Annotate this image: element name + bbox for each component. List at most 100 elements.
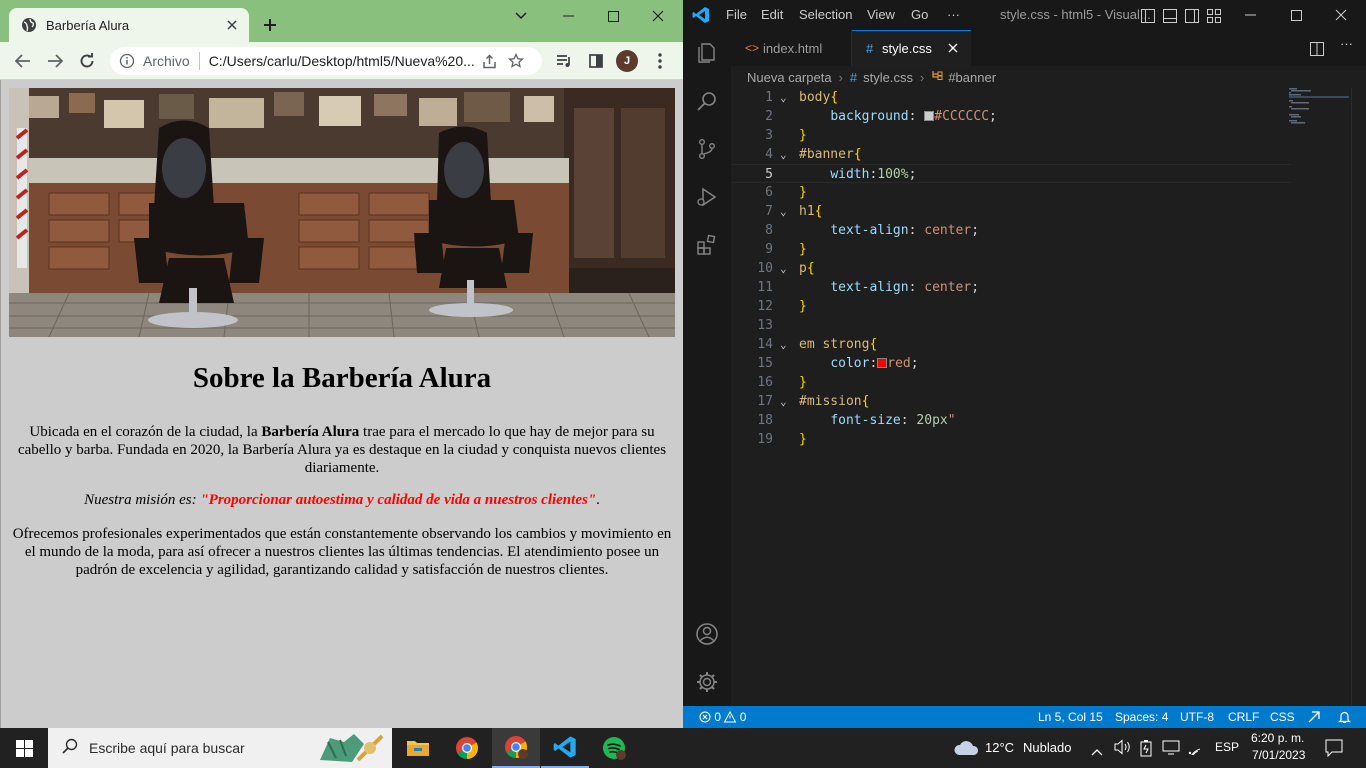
- code-line[interactable]: 14 ⌄ em strong{: [731, 335, 1291, 354]
- weather-description[interactable]: Nublado: [1023, 740, 1071, 755]
- run-debug-icon[interactable]: [695, 185, 719, 209]
- fold-chevron-icon[interactable]: ⌄: [780, 259, 792, 278]
- fold-chevron-icon[interactable]: ⌄: [780, 88, 792, 107]
- code-editor[interactable]: 1 ⌄ body{2 background: #CCCCCC; 3} 4 ⌄ #banner…: [731, 88, 1331, 706]
- maximize-icon[interactable]: [593, 6, 633, 26]
- fold-chevron-icon[interactable]: ⌄: [780, 392, 792, 411]
- clock-date[interactable]: 7/01/2023: [1252, 748, 1305, 762]
- battery-icon[interactable]: [1139, 739, 1153, 761]
- code-line[interactable]: 5 width:100%;: [731, 164, 1291, 183]
- close-window-icon[interactable]: [638, 6, 678, 26]
- indentation[interactable]: Spaces: 4: [1115, 710, 1168, 724]
- toggle-primary-sidebar-icon[interactable]: [1141, 8, 1155, 23]
- code-line[interactable]: 10 ⌄ p{: [731, 259, 1291, 278]
- clock-time[interactable]: 6:20 p. m.: [1251, 731, 1304, 745]
- address-bar[interactable]: Archivo C:/Users/carlu/Desktop/html5/Nue…: [110, 47, 542, 75]
- notifications-bell-icon[interactable]: [1338, 710, 1351, 727]
- menu-file[interactable]: File: [726, 7, 747, 22]
- forward-arrow-icon[interactable]: [42, 49, 68, 73]
- toggle-secondary-sidebar-icon[interactable]: [1185, 8, 1199, 23]
- vscode-minimize-icon[interactable]: [1230, 5, 1270, 25]
- menu-go[interactable]: Go: [911, 7, 928, 22]
- breadcrumb-selector[interactable]: #banner: [948, 70, 996, 85]
- split-editor-icon[interactable]: [1310, 41, 1324, 60]
- breadcrumb-folder[interactable]: Nueva carpeta: [747, 70, 832, 85]
- vscode-close-icon[interactable]: [1321, 5, 1361, 25]
- code-line[interactable]: 7 ⌄ h1{: [731, 202, 1291, 221]
- minimize-icon[interactable]: [548, 6, 588, 26]
- menu-edit[interactable]: Edit: [761, 7, 783, 22]
- media-playlist-icon[interactable]: [551, 49, 577, 73]
- code-line[interactable]: 12}: [731, 297, 1291, 316]
- code-line[interactable]: 9}: [731, 240, 1291, 259]
- fold-chevron-icon[interactable]: ⌄: [780, 335, 792, 354]
- bookmark-star-icon[interactable]: [503, 49, 529, 73]
- language-mode[interactable]: CSS: [1270, 710, 1295, 724]
- tab-close-icon[interactable]: [222, 15, 242, 35]
- wifi-icon[interactable]: [1187, 740, 1203, 760]
- vscode-taskbar-icon[interactable]: [541, 728, 589, 768]
- code-line[interactable]: 8 text-align: center;: [731, 221, 1291, 240]
- tab-close-icon[interactable]: [948, 41, 958, 56]
- cloud-weather-icon[interactable]: [953, 738, 979, 762]
- language-indicator[interactable]: ESP: [1215, 740, 1239, 754]
- fold-chevron-icon[interactable]: ⌄: [780, 145, 792, 164]
- menu-more[interactable]: ···: [947, 7, 960, 22]
- explorer-icon[interactable]: [695, 41, 719, 65]
- spotify-icon[interactable]: [590, 728, 638, 768]
- end-of-line[interactable]: CRLF: [1228, 710, 1259, 724]
- minimap[interactable]: [1289, 88, 1349, 128]
- weather-temperature[interactable]: 12°C: [985, 740, 1014, 755]
- code-line[interactable]: 15 color: red;: [731, 354, 1291, 373]
- tray-chevron-up-icon[interactable]: [1091, 741, 1103, 760]
- extensions-icon[interactable]: [695, 233, 719, 257]
- code-line[interactable]: 18 font-size: 20px": [731, 411, 1291, 430]
- windows-start-icon[interactable]: [0, 728, 48, 768]
- profile-avatar[interactable]: J: [616, 50, 638, 72]
- url-text[interactable]: C:/Users/carlu/Desktop/html5/Nueva%20...: [209, 53, 477, 69]
- code-line[interactable]: 16}: [731, 373, 1291, 392]
- toggle-panel-icon[interactable]: [1163, 8, 1177, 23]
- side-panel-icon[interactable]: [583, 49, 609, 73]
- taskbar-search-box[interactable]: Escribe aquí para buscar: [48, 728, 392, 768]
- share-icon[interactable]: [477, 49, 503, 73]
- tab-index-html[interactable]: <> index.html: [731, 30, 852, 66]
- vscode-maximize-icon[interactable]: [1276, 5, 1316, 25]
- volume-icon[interactable]: [1114, 739, 1132, 759]
- reload-icon[interactable]: [74, 49, 100, 73]
- more-actions-icon[interactable]: ···: [1340, 36, 1353, 51]
- tab-style-css[interactable]: # style.css: [852, 30, 971, 66]
- new-tab-icon[interactable]: [259, 14, 281, 36]
- fold-chevron-icon[interactable]: ⌄: [780, 202, 792, 221]
- feedback-icon[interactable]: [1307, 710, 1321, 727]
- tab-search-chevron-icon[interactable]: [501, 6, 541, 26]
- code-line[interactable]: 4 ⌄ #banner{: [731, 145, 1291, 164]
- menu-view[interactable]: View: [867, 7, 895, 22]
- code-line[interactable]: 1 ⌄ body{: [731, 88, 1291, 107]
- code-line[interactable]: 17 ⌄ #mission{: [731, 392, 1291, 411]
- code-line[interactable]: 11 text-align: center;: [731, 278, 1291, 297]
- file-encoding[interactable]: UTF-8: [1180, 710, 1214, 724]
- code-line[interactable]: 3}: [731, 126, 1291, 145]
- notification-center-icon[interactable]: [1325, 739, 1343, 761]
- code-line[interactable]: 13: [731, 316, 1291, 335]
- source-control-icon[interactable]: [695, 137, 719, 161]
- problems-indicator[interactable]: 0 0: [699, 710, 746, 724]
- customize-layout-icon[interactable]: [1207, 8, 1221, 23]
- account-icon[interactable]: [695, 622, 719, 646]
- chrome-profile-active-icon[interactable]: [492, 728, 540, 768]
- editor-scrollbar[interactable]: [1351, 88, 1365, 706]
- browser-tab[interactable]: Barbería Alura: [9, 8, 249, 42]
- code-line[interactable]: 6}: [731, 183, 1291, 202]
- info-icon[interactable]: [119, 53, 135, 69]
- file-explorer-icon[interactable]: [394, 728, 442, 768]
- menu-selection[interactable]: Selection: [799, 7, 852, 22]
- breadcrumb-file[interactable]: style.css: [863, 70, 913, 85]
- code-line[interactable]: 19}: [731, 430, 1291, 449]
- network-icon[interactable]: [1162, 739, 1180, 759]
- code-line[interactable]: 2 background: #CCCCCC;: [731, 107, 1291, 126]
- cursor-position[interactable]: Ln 5, Col 15: [1038, 710, 1103, 724]
- search-icon[interactable]: [695, 89, 719, 113]
- back-arrow-icon[interactable]: [10, 49, 36, 73]
- kebab-menu-icon[interactable]: [647, 49, 673, 73]
